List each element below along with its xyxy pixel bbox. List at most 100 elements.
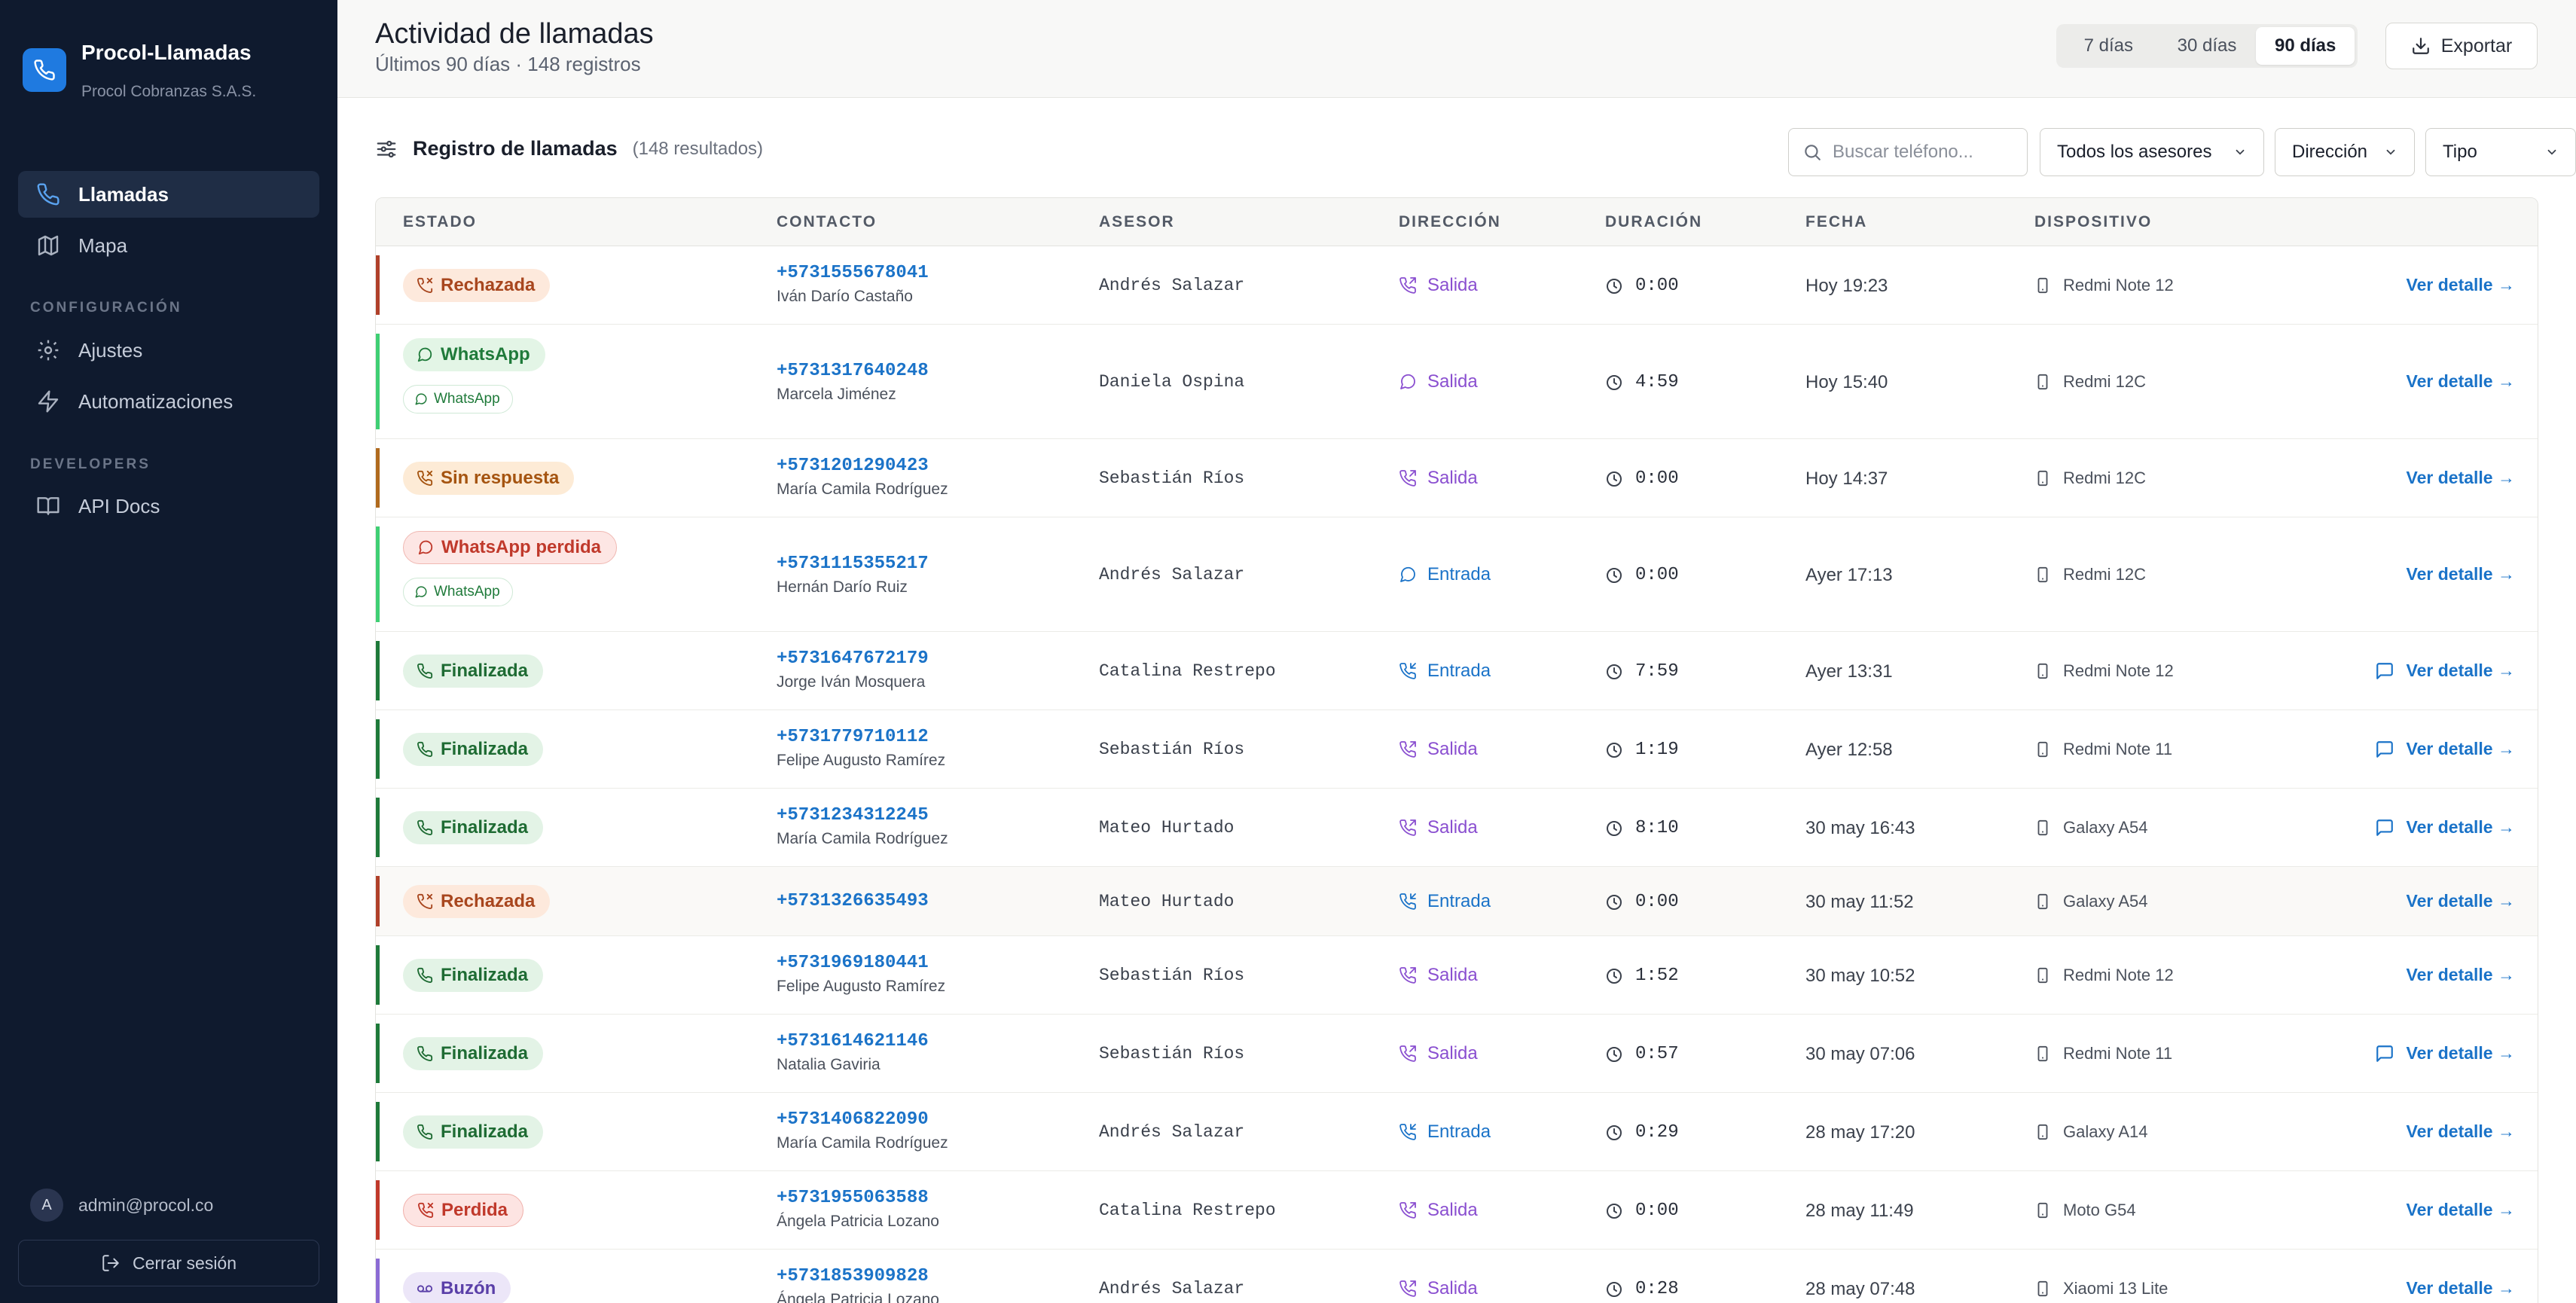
table-row[interactable]: WhatsApp perdida WhatsApp +5731115355217 He… [376, 517, 2538, 632]
advisor-name: Sebastián Ríos [1099, 468, 1245, 488]
sidebar-item-ajustes[interactable]: Ajustes [18, 327, 319, 374]
table-row[interactable]: Buzón +5731853909828 Ángela Patricia Lozan… [376, 1250, 2538, 1303]
table-row[interactable]: Rechazada +5731555678041 Iván Darío Castañ… [376, 246, 2538, 325]
type-select-value: Tipo [2443, 142, 2477, 162]
contact-name: Natalia Gaviria [777, 1056, 881, 1073]
sidebar-item-mapa[interactable]: Mapa [18, 222, 319, 269]
status-accent-bar [376, 876, 380, 926]
view-detail-link[interactable]: Ver detalle → [2407, 468, 2515, 488]
direction-cell: Salida [1399, 1043, 1478, 1064]
message-icon[interactable] [2375, 1044, 2394, 1063]
contact-phone-link[interactable]: +5731647672179 [777, 648, 929, 669]
contact-phone-link[interactable]: +5731406822090 [777, 1109, 948, 1130]
contact-cell: +5731234312245 María Camila Rodríguez [777, 805, 948, 848]
range-90-days[interactable]: 90 días [2256, 27, 2355, 65]
status-label: WhatsApp [441, 344, 530, 365]
duration-value: 8:10 [1635, 818, 1679, 838]
table-row[interactable]: Finalizada +5731234312245 María Camila Rod… [376, 789, 2538, 867]
direction-select[interactable]: Dirección [2275, 128, 2415, 176]
view-detail-link[interactable]: Ver detalle → [2407, 275, 2515, 295]
status-label: Finalizada [441, 1121, 529, 1142]
table-row[interactable]: Rechazada +5731326635493 Mateo Hurtado Entr… [376, 867, 2538, 936]
status-badge: Finalizada [403, 733, 544, 766]
smartphone-icon [2037, 1202, 2048, 1219]
message-icon[interactable] [2375, 661, 2394, 681]
phone-incoming-icon [1399, 893, 1416, 910]
status-accent-bar [376, 448, 380, 508]
direction-cell: Salida [1399, 371, 1478, 392]
export-button[interactable]: Exportar [2385, 23, 2538, 69]
view-detail-link[interactable]: Ver detalle → [2407, 1121, 2515, 1142]
table-row[interactable]: Finalizada +5731779710112 Felipe Augusto R… [376, 710, 2538, 789]
contact-phone-link[interactable]: +5731555678041 [777, 263, 929, 283]
view-detail-link[interactable]: Ver detalle → [2407, 661, 2515, 681]
advisor-name: Andrés Salazar [1099, 1122, 1245, 1142]
contact-phone-link[interactable]: +5731115355217 [777, 554, 929, 574]
range-7-days[interactable]: 7 días [2059, 27, 2158, 65]
table-row[interactable]: Finalizada +5731969180441 Felipe Augusto R… [376, 936, 2538, 1015]
status-badge: Finalizada [403, 811, 544, 844]
smartphone-icon [2037, 470, 2048, 487]
device-name: Galaxy A14 [2063, 1122, 2148, 1141]
contact-name: Iván Darío Castaño [777, 288, 913, 305]
message-icon[interactable] [2375, 818, 2394, 838]
map-icon [38, 235, 59, 256]
view-detail-link[interactable]: Ver detalle → [2407, 1200, 2515, 1220]
view-detail-link[interactable]: Ver detalle → [2407, 1043, 2515, 1063]
clock-icon [1607, 1281, 1622, 1297]
table-row[interactable]: WhatsApp WhatsApp +5731317640248 Marcela Ji… [376, 325, 2538, 439]
contact-phone-link[interactable]: +5731234312245 [777, 805, 948, 825]
contact-cell: +5731326635493 [777, 891, 929, 911]
range-30-days[interactable]: 30 días [2158, 27, 2257, 65]
view-detail-link[interactable]: Ver detalle → [2407, 371, 2515, 392]
table-row[interactable]: Finalizada +5731614621146 Natalia Gaviria S… [376, 1015, 2538, 1093]
contact-phone-link[interactable]: +5731614621146 [777, 1031, 929, 1051]
contact-phone-link[interactable]: +5731317640248 [777, 361, 929, 381]
message-icon[interactable] [2375, 740, 2394, 759]
contact-phone-link[interactable]: +5731969180441 [777, 953, 945, 973]
view-detail-link[interactable]: Ver detalle → [2407, 564, 2515, 584]
status-badge: Finalizada [403, 1115, 544, 1149]
type-select[interactable]: Tipo [2425, 128, 2576, 176]
direction-cell: Salida [1399, 965, 1478, 986]
advisor-name: Andrés Salazar [1099, 565, 1245, 584]
view-detail-link[interactable]: Ver detalle → [2407, 965, 2515, 985]
call-date: 30 may 11:52 [1805, 892, 1914, 912]
sidebar-item-api-docs[interactable]: API Docs [18, 483, 319, 529]
contact-phone-link[interactable]: +5731955063588 [777, 1188, 939, 1208]
contact-phone-link[interactable]: +5731326635493 [777, 891, 929, 911]
status-badge: WhatsApp [403, 338, 545, 371]
view-detail-link[interactable]: Ver detalle → [2407, 1278, 2515, 1298]
direction-cell: Salida [1399, 468, 1478, 489]
contact-phone-link[interactable]: +5731779710112 [777, 727, 945, 747]
search-input[interactable] [1833, 142, 2013, 163]
table-row[interactable]: Finalizada +5731647672179 Jorge Iván Mosqu… [376, 632, 2538, 710]
clock-icon [1607, 471, 1622, 487]
phone-missed-icon [417, 470, 433, 486]
phone-outgoing-icon [1399, 1280, 1416, 1297]
device-cell: Redmi Note 11 [2034, 740, 2172, 759]
phone-icon [417, 967, 433, 983]
contact-phone-link[interactable]: +5731201290423 [777, 456, 948, 476]
sidebar-item-llamadas[interactable]: Llamadas [18, 171, 319, 218]
call-date: Ayer 17:13 [1805, 565, 1893, 585]
view-detail-link[interactable]: Ver detalle → [2407, 739, 2515, 759]
view-detail-link[interactable]: Ver detalle → [2407, 891, 2515, 911]
contact-phone-link[interactable]: +5731853909828 [777, 1266, 939, 1286]
sidebar-item-automatizaciones[interactable]: Automatizaciones [18, 378, 319, 425]
direction-cell: Salida [1399, 817, 1478, 838]
chat-bubble-icon [415, 393, 427, 405]
duration-cell: 1:19 [1605, 740, 1679, 760]
phone-search[interactable] [1788, 128, 2028, 176]
contact-cell: +5731115355217 Hernán Darío Ruiz [777, 554, 929, 597]
table-row[interactable]: Perdida +5731955063588 Ángela Patricia Loz… [376, 1171, 2538, 1250]
table-row[interactable]: Finalizada +5731406822090 María Camila Rod… [376, 1093, 2538, 1171]
view-detail-link[interactable]: Ver detalle → [2407, 817, 2515, 838]
channel-badge: WhatsApp [403, 578, 513, 606]
status-badge: Buzón [403, 1272, 511, 1303]
logout-button[interactable]: Cerrar sesión [18, 1240, 319, 1286]
status-label: Buzón [441, 1278, 496, 1298]
row-actions: Ver detalle → [2407, 891, 2515, 911]
advisor-select[interactable]: Todos los asesores [2040, 128, 2264, 176]
table-row[interactable]: Sin respuesta +5731201290423 María Camila … [376, 439, 2538, 517]
